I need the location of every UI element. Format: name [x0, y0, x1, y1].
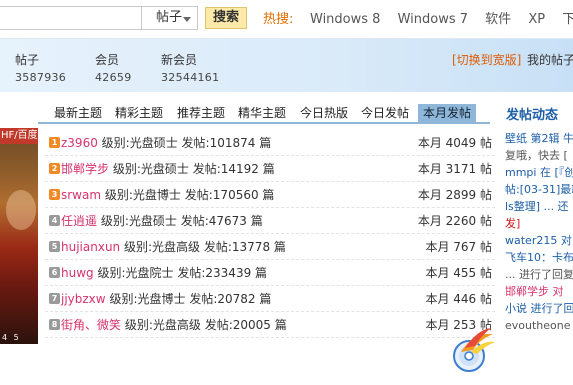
feed-line[interactable]: evoutheone 对 — [505, 317, 573, 334]
promo-image[interactable]: HF/百度 4 5 — [0, 128, 38, 344]
user-link[interactable]: srwam — [61, 188, 101, 202]
stat-members: 会员 42659 — [95, 51, 132, 84]
tab-today-hot[interactable]: 今日热版 — [300, 104, 348, 122]
user-post-count: 发帖:20782 篇 — [189, 292, 272, 306]
list-item: 1 z3960 级别:光盘硕士 发帖:101874 篇 本月 4049 帖 — [45, 130, 495, 156]
user-link[interactable]: jjybzxw — [61, 292, 106, 306]
hot-search-link[interactable]: 软件 — [485, 12, 511, 27]
hot-search-link[interactable]: Windows 7 — [398, 12, 468, 27]
user-level: 级别:光盘博士 — [109, 292, 186, 306]
user-post-count: 发帖:13778 篇 — [203, 240, 286, 254]
user-post-count: 发帖:20005 篇 — [204, 318, 287, 332]
hot-search-link[interactable]: Windows 8 — [310, 12, 380, 27]
hot-search-label: 热搜: — [263, 12, 294, 27]
search-scope-select[interactable]: 帖子 — [142, 6, 198, 30]
promo-image-pager[interactable]: 4 5 — [2, 333, 21, 342]
tab-latest[interactable]: 最新主题 — [54, 104, 102, 122]
top-search-bar: 帖子 搜索 热搜: Windows 8 Windows 7 软件 XP 下载 — [0, 0, 573, 38]
promo-image-caption: HF/百度 — [0, 128, 38, 144]
user-link[interactable]: huwg — [61, 266, 94, 280]
rank-badge-icon: 2 — [49, 163, 60, 174]
list-item: 6 huwg 级别:光盘院士 发帖:233439 篇 本月 455 帖 — [45, 260, 495, 286]
stat-posts: 帖子 3587936 — [15, 51, 66, 84]
user-link[interactable]: 任逍遥 — [61, 214, 97, 228]
month-post-count: 本月 2899 帖 — [417, 188, 492, 202]
search-scope-label: 帖子 — [156, 10, 183, 25]
ranking-tabs: 最新主题 精彩主题 推荐主题 精华主题 今日热版 今日发帖 本月发帖 — [38, 104, 490, 124]
month-post-count: 本月 767 帖 — [425, 240, 492, 254]
post-activity-feed: 壁纸 第2辑 牛 复哦，快去 [ mmpi 在 [『创 帖:[03-31]最新 … — [505, 130, 573, 334]
rank-badge-icon: 5 — [49, 241, 60, 252]
feed-line[interactable]: water215 对 — [505, 232, 573, 249]
stat-new-members: 新会员 32544161 — [161, 51, 219, 84]
rank-badge-icon: 4 — [49, 215, 60, 226]
user-post-count: 发帖:101874 篇 — [181, 136, 272, 150]
month-post-count: 本月 455 帖 — [425, 266, 492, 280]
list-item: 4 任逍遥 级别:光盘硕士 发帖:47673 篇 本月 2260 帖 — [45, 208, 495, 234]
feed-line: 复哦，快去 [ — [505, 149, 568, 162]
hot-search-link[interactable]: 下载 — [562, 12, 573, 27]
stat-label: 会员 — [95, 53, 120, 67]
feed-line[interactable]: 邯郸学步 对 — [505, 283, 573, 300]
feed-line[interactable]: 飞车10：卡布 — [505, 249, 573, 266]
tab-featured[interactable]: 精彩主题 — [115, 104, 163, 122]
user-post-count: 发帖:47673 篇 — [180, 214, 263, 228]
tab-month-posts[interactable]: 本月发帖 — [418, 104, 477, 122]
rank-badge-icon: 6 — [49, 267, 60, 278]
feed-line[interactable]: ls整理] ... 还 — [505, 198, 573, 215]
hot-search-list: Windows 8 Windows 7 软件 XP 下载 — [310, 8, 573, 27]
user-post-count: 发帖:233439 篇 — [177, 266, 268, 280]
rank-badge-icon: 7 — [49, 293, 60, 304]
post-activity-title: 发帖动态 — [506, 108, 559, 123]
feed-line[interactable]: mmpi 在 [『创 — [505, 164, 573, 181]
user-post-count: 发帖:14192 篇 — [192, 162, 275, 176]
rank-badge-icon: 8 — [49, 319, 60, 330]
user-link[interactable]: hujianxun — [61, 240, 120, 254]
list-item: 3 srwam 级别:光盘博士 发帖:170560 篇 本月 2899 帖 — [45, 182, 495, 208]
user-link[interactable]: z3960 — [61, 136, 98, 150]
user-level: 级别:光盘高级 — [124, 318, 201, 332]
user-level: 级别:光盘硕士 — [100, 214, 177, 228]
my-posts-link[interactable]: 我的帖子 — [527, 51, 573, 68]
stat-value: 42659 — [95, 71, 132, 84]
user-post-count: 发帖:170560 篇 — [184, 188, 275, 202]
user-level: 级别:光盘高级 — [123, 240, 201, 254]
forum-stats-band: 帖子 3587936 会员 42659 新会员 32544161 [切换到宽版]… — [0, 38, 573, 92]
rank-badge-icon: 1 — [49, 137, 60, 148]
stat-label: 新会员 — [161, 53, 198, 67]
user-level: 级别:光盘博士 — [104, 188, 181, 202]
tab-recommended[interactable]: 推荐主题 — [177, 104, 225, 122]
hot-search-link[interactable]: XP — [528, 12, 545, 27]
search-button[interactable]: 搜索 — [205, 7, 247, 29]
chevron-down-icon — [183, 17, 191, 22]
month-post-count: 本月 2260 帖 — [417, 214, 492, 228]
feed-line[interactable]: 帖:[03-31]最新 — [505, 181, 573, 198]
month-post-count: 本月 3171 帖 — [417, 162, 492, 176]
feed-line: ... 进行了回复 — [505, 268, 573, 281]
promo-image-figure — [6, 190, 36, 230]
list-item: 2 邯郸学步 级别:光盘硕士 发帖:14192 篇 本月 3171 帖 — [45, 156, 495, 182]
user-level: 级别:光盘硕士 — [101, 136, 178, 150]
user-link[interactable]: 邯郸学步 — [61, 162, 109, 176]
month-post-count: 本月 4049 帖 — [417, 136, 492, 150]
rank-badge-icon: 3 — [49, 189, 60, 200]
stat-value: 32544161 — [161, 71, 220, 84]
stat-value: 3587936 — [15, 71, 67, 84]
feed-line[interactable]: 壁纸 第2辑 牛 — [505, 130, 573, 147]
list-item: 5 hujianxun 级别:光盘高级 发帖:13778 篇 本月 767 帖 — [45, 234, 495, 260]
user-level: 级别:光盘硕士 — [112, 162, 189, 176]
month-post-count: 本月 446 帖 — [425, 292, 492, 306]
stat-label: 帖子 — [15, 53, 40, 67]
list-item: 8 街角、微笑 级别:光盘高级 发帖:20005 篇 本月 253 帖 — [45, 312, 495, 338]
feed-line[interactable]: 小说 进行了回 — [505, 300, 573, 317]
tab-essence[interactable]: 精华主题 — [238, 104, 286, 122]
disc-logo-icon — [453, 328, 495, 372]
user-link[interactable]: 街角、微笑 — [61, 318, 121, 332]
feed-line[interactable]: 发] — [505, 215, 573, 232]
tab-today-posts[interactable]: 今日发帖 — [361, 104, 409, 122]
switch-wide-link[interactable]: [切换到宽版] — [452, 51, 521, 68]
search-input[interactable] — [0, 6, 142, 30]
list-item: 7 jjybzxw 级别:光盘博士 发帖:20782 篇 本月 446 帖 — [45, 286, 495, 312]
user-level: 级别:光盘院士 — [97, 266, 174, 280]
